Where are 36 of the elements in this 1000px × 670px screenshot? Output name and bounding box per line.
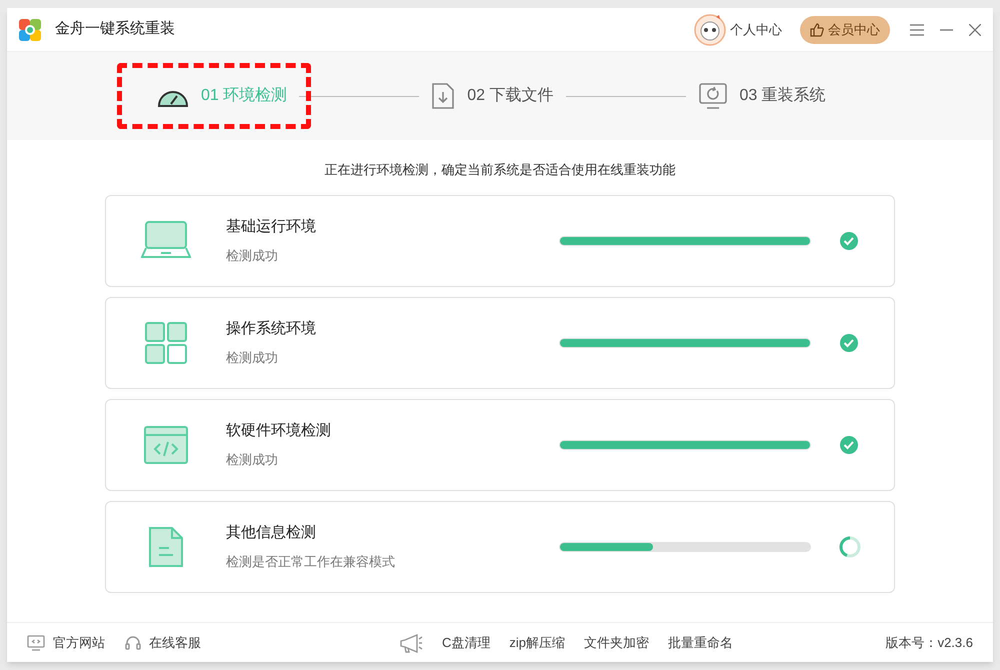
avatar-icon[interactable] xyxy=(694,14,726,46)
step-tab[interactable]: 02 下载文件 xyxy=(467,84,554,108)
laptop-icon xyxy=(141,220,191,260)
grid-icon xyxy=(145,322,187,364)
monitor-code-icon xyxy=(27,634,45,650)
tool-link[interactable]: zip解压缩 xyxy=(509,632,566,652)
check-title: 软硬件环境检测 xyxy=(226,420,332,440)
user-center-link[interactable]: 个人中心 xyxy=(730,20,782,40)
check-status: 检测成功 xyxy=(226,349,279,367)
check-title: 其他信息检测 xyxy=(226,522,317,542)
app-logo-icon xyxy=(19,18,41,40)
intro-text: 正在进行环境检测，确定当前系统是否适合使用在线重装功能 xyxy=(324,161,676,179)
minimize-icon[interactable] xyxy=(940,28,953,30)
document-icon xyxy=(148,526,184,568)
download-file-icon xyxy=(431,82,456,110)
footer-link[interactable]: 官方网站 xyxy=(53,632,105,652)
check-title: 基础运行环境 xyxy=(226,216,317,236)
check-status: 检测是否正常工作在兼容模式 xyxy=(226,553,396,571)
menu-icon[interactable] xyxy=(910,24,924,36)
thumbs-up-icon xyxy=(810,22,824,36)
check-title: 操作系统环境 xyxy=(226,318,317,338)
window-title: 金舟一键系统重装 xyxy=(55,19,175,40)
footer-link[interactable]: 在线客服 xyxy=(149,632,201,652)
tool-link[interactable]: C盘清理 xyxy=(442,632,490,652)
headset-icon xyxy=(125,634,141,650)
step-tab[interactable]: 03 重装系统 xyxy=(740,84,826,108)
monitor-refresh-icon xyxy=(698,82,728,110)
close-icon[interactable] xyxy=(969,24,981,36)
member-center-button[interactable]: 会员中心 xyxy=(800,16,890,44)
check-status: 检测成功 xyxy=(226,451,279,469)
check-status: 检测成功 xyxy=(226,247,279,265)
tool-link[interactable]: 文件夹加密 xyxy=(584,632,650,652)
version-text: 版本号：v2.3.6 xyxy=(886,634,973,652)
code-window-icon xyxy=(144,426,188,464)
megaphone-icon xyxy=(399,632,423,652)
tool-link[interactable]: 批量重命名 xyxy=(668,632,734,652)
